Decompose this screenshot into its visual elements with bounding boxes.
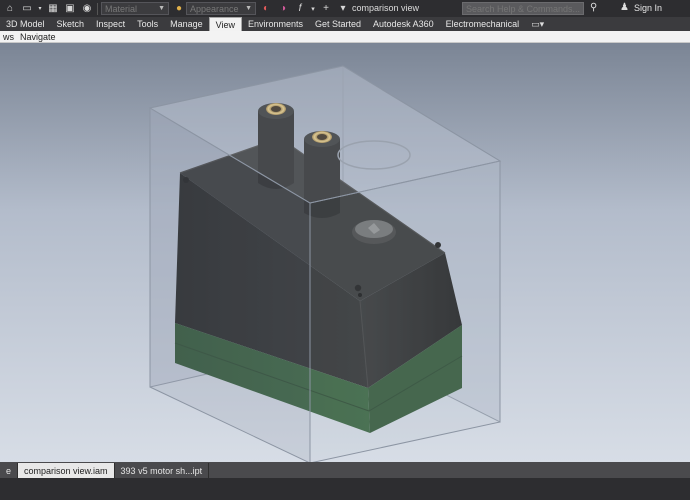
tab-autodesk-a360[interactable]: Autodesk A360	[367, 17, 440, 31]
appearance-sphere-icon[interactable]: ●	[172, 2, 186, 16]
tab-sketch[interactable]: Sketch	[51, 17, 91, 31]
save-icon[interactable]: ▣	[63, 2, 77, 16]
document-tab-comparison-view[interactable]: comparison view.iam	[18, 463, 115, 478]
tab-environments[interactable]: Environments	[242, 17, 309, 31]
document-tab-partial[interactable]: e	[0, 463, 19, 478]
status-bar	[0, 478, 690, 500]
material-placeholder: Material	[105, 3, 138, 14]
add-icon[interactable]: +	[319, 2, 333, 16]
sign-in-link[interactable]: Sign In	[634, 3, 662, 13]
panel-label-navigate[interactable]: Navigate	[17, 32, 59, 42]
material-dropdown[interactable]: Material ▼	[101, 2, 169, 15]
clear-appearance-icon[interactable]: ◑	[276, 2, 290, 16]
open-file-icon[interactable]: ▭	[20, 2, 34, 16]
user-icon[interactable]: ♟	[620, 2, 629, 13]
model-render	[148, 65, 502, 462]
adjust-appearance-icon[interactable]: ◐	[259, 2, 273, 16]
project-icon[interactable]: ▦	[46, 2, 60, 16]
tab-view[interactable]: View	[208, 17, 242, 31]
appearance-placeholder: Appearance	[190, 3, 239, 14]
appearance-dropdown[interactable]: Appearance ▼	[186, 2, 256, 15]
title-bar: ⌂ ▭ ▾ ▦ ▣ ◉ Material ▼ ● Appearance ▼ ◐ …	[0, 0, 690, 17]
window-title: comparison view	[352, 3, 420, 13]
open-dropdown-icon[interactable]: ▾	[37, 2, 43, 16]
tab-3d-model[interactable]: 3D Model	[0, 17, 51, 31]
search-input[interactable]	[462, 2, 584, 15]
transparent-enclosure-front	[148, 65, 502, 462]
separator	[97, 2, 98, 15]
tab-manage[interactable]: Manage	[164, 17, 209, 31]
tab-electromechanical[interactable]: Electromechanical	[440, 17, 526, 31]
ribbon-panel-bar: ws Navigate	[0, 31, 690, 43]
panel-label-windows[interactable]: ws	[0, 32, 17, 42]
chevron-down-icon: ▼	[245, 5, 252, 12]
function-dropdown-icon[interactable]: ▾	[310, 2, 316, 16]
ribbon-display-toggle-icon[interactable]: ▭▾	[531, 19, 544, 30]
material-sphere-icon[interactable]: ◉	[80, 2, 94, 16]
ribbon-tab-bar: 3D Model Sketch Inspect Tools Manage Vie…	[0, 17, 690, 31]
more-icon[interactable]: ▾	[336, 2, 350, 16]
function-icon[interactable]: f	[293, 2, 307, 16]
tab-inspect[interactable]: Inspect	[90, 17, 131, 31]
tab-tools[interactable]: Tools	[131, 17, 164, 31]
search-icon[interactable]: ⚲	[590, 2, 597, 13]
document-tab-bar: e comparison view.iam 393 v5 motor sh...…	[0, 462, 690, 478]
document-tab-motor-shaft[interactable]: 393 v5 motor sh...ipt	[115, 463, 210, 478]
tab-get-started[interactable]: Get Started	[309, 17, 367, 31]
chevron-down-icon: ▼	[158, 5, 165, 12]
graphics-viewport[interactable]	[0, 43, 690, 462]
home-icon[interactable]: ⌂	[3, 2, 17, 16]
